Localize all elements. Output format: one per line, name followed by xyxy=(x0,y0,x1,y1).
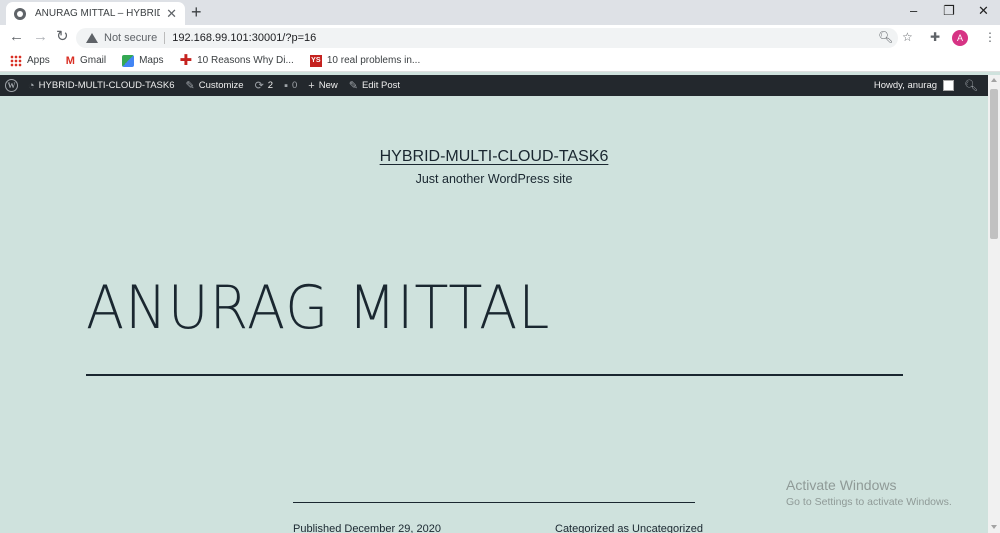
browser-tab[interactable]: ANURAG MITTAL – HYBRID-MUL ✕ xyxy=(6,2,185,25)
dashboard-gauge-icon: ◔ xyxy=(28,79,35,92)
paintbrush-icon: ✎ xyxy=(185,80,195,92)
comment-bubble-icon: ▪ xyxy=(284,79,288,92)
address-bar[interactable]: Not secure 192.168.99.101:30001/?p=16 xyxy=(76,28,898,48)
page-scrollbar[interactable] xyxy=(988,75,1000,533)
admin-customize-label: Customize xyxy=(198,80,244,91)
url-text[interactable]: 192.168.99.101:30001/?p=16 xyxy=(172,32,316,44)
browser-toolbar: ← → ↻ Not secure 192.168.99.101:30001/?p… xyxy=(0,25,1000,50)
extensions-puzzle-icon[interactable]: ✚ xyxy=(930,30,940,44)
not-secure-label[interactable]: Not secure xyxy=(104,32,157,44)
gmail-icon: M xyxy=(65,54,75,67)
site-title: HYBRID-MULTI-CLOUD-TASK6 xyxy=(0,148,988,166)
wordpress-favicon-icon xyxy=(14,7,26,20)
bookmark-star-icon[interactable]: ☆ xyxy=(902,30,913,44)
apps-grid-icon xyxy=(10,54,22,67)
bookmark-apps[interactable]: Apps xyxy=(10,54,50,67)
bookmark-label: Apps xyxy=(27,55,50,66)
omnibox-divider xyxy=(164,32,166,44)
ys-icon: YS xyxy=(309,54,322,67)
admin-customize[interactable]: ✎ Customize xyxy=(185,79,243,92)
warning-triangle-icon xyxy=(86,33,98,43)
back-arrow-icon[interactable]: ← xyxy=(9,29,24,45)
tab-title: ANURAG MITTAL – HYBRID-MUL xyxy=(35,8,160,19)
new-tab-button[interactable]: + xyxy=(191,3,202,21)
admin-edit-post-label: Edit Post xyxy=(361,80,400,91)
profile-avatar[interactable]: A xyxy=(952,30,968,46)
site-content: HYBRID-MULTI-CLOUD-TASK6 Just another Wo… xyxy=(0,96,988,533)
admin-site-name[interactable]: ◔ HYBRID-MULTI-CLOUD-TASK6 xyxy=(28,80,174,92)
admin-edit-post[interactable]: ✎ Edit Post xyxy=(349,79,400,92)
maximize-button[interactable]: ❐ xyxy=(943,3,955,19)
bookmark-10-reasons[interactable]: ✚ 10 Reasons Why Di... xyxy=(179,51,294,69)
admin-updates[interactable]: ⟳ 2 xyxy=(255,79,274,92)
bookmark-label: 10 Reasons Why Di... xyxy=(197,55,294,66)
menu-kebab-icon[interactable]: ⋮ xyxy=(984,30,996,44)
howdy-user[interactable]: Howdy, anurag xyxy=(874,80,937,91)
updates-count: 2 xyxy=(267,80,274,91)
red-cross-icon: ✚ xyxy=(179,51,193,69)
watermark-line2: Go to Settings to activate Windows. xyxy=(786,496,952,508)
updates-refresh-icon: ⟳ xyxy=(254,80,264,92)
post-category[interactable]: Categorized as Uncategorized xyxy=(555,523,703,533)
forward-arrow-icon[interactable]: → xyxy=(33,29,48,45)
user-avatar[interactable] xyxy=(943,80,955,91)
admin-new-label: New xyxy=(318,80,338,91)
site-title-link[interactable]: HYBRID-MULTI-CLOUD-TASK6 xyxy=(380,148,609,165)
post-title: ANURAG MITTAL xyxy=(86,273,551,343)
bookmark-10-real-problems[interactable]: YS 10 real problems in... xyxy=(309,54,421,67)
post-published-date[interactable]: Published December 29, 2020 xyxy=(293,523,441,533)
bookmark-gmail[interactable]: M Gmail xyxy=(66,55,106,67)
admin-account: Howdy, anurag 🔍︎ xyxy=(874,75,978,96)
bookmarks-bar: Apps M Gmail Maps ✚ 10 Reasons Why Di...… xyxy=(0,50,1000,72)
tab-close-icon[interactable]: ✕ xyxy=(166,7,177,20)
scroll-thumb[interactable] xyxy=(990,89,998,239)
site-description: Just another WordPress site xyxy=(415,172,573,186)
admin-comments[interactable]: ▪ 0 xyxy=(284,80,297,92)
watermark-line1: Activate Windows xyxy=(786,477,897,493)
reload-icon[interactable]: ↻ xyxy=(56,29,69,45)
comments-count: 0 xyxy=(292,80,298,91)
wp-admin-bar: W ◔ HYBRID-MULTI-CLOUD-TASK6 ✎ Customize… xyxy=(0,75,988,96)
plus-icon: + xyxy=(308,79,315,92)
bookmark-maps[interactable]: Maps xyxy=(122,54,164,67)
bookmark-label: 10 real problems in... xyxy=(326,55,421,66)
admin-site-name-label: HYBRID-MULTI-CLOUD-TASK6 xyxy=(38,80,175,91)
bookmark-label: Maps xyxy=(139,55,164,66)
close-window-button[interactable]: ✕ xyxy=(978,3,989,19)
bookmark-label: Gmail xyxy=(79,55,107,66)
zoom-search-icon[interactable]: 🔍︎ xyxy=(878,30,893,44)
scroll-down-arrow-icon[interactable] xyxy=(991,525,997,529)
windows-activation-watermark: Activate Windows Go to Settings to activ… xyxy=(786,477,952,508)
admin-new[interactable]: + New xyxy=(308,80,337,92)
wordpress-logo-icon[interactable]: W xyxy=(5,79,18,92)
meta-divider xyxy=(293,502,695,503)
maps-icon xyxy=(122,54,135,67)
pencil-icon: ✎ xyxy=(348,80,358,92)
minimize-button[interactable]: – xyxy=(910,3,917,18)
admin-search-icon[interactable]: 🔍︎ xyxy=(964,79,978,92)
tab-strip: ANURAG MITTAL – HYBRID-MUL ✕ + – ❐ ✕ xyxy=(0,0,1000,25)
title-divider xyxy=(86,374,903,376)
scroll-up-arrow-icon[interactable] xyxy=(991,78,997,82)
